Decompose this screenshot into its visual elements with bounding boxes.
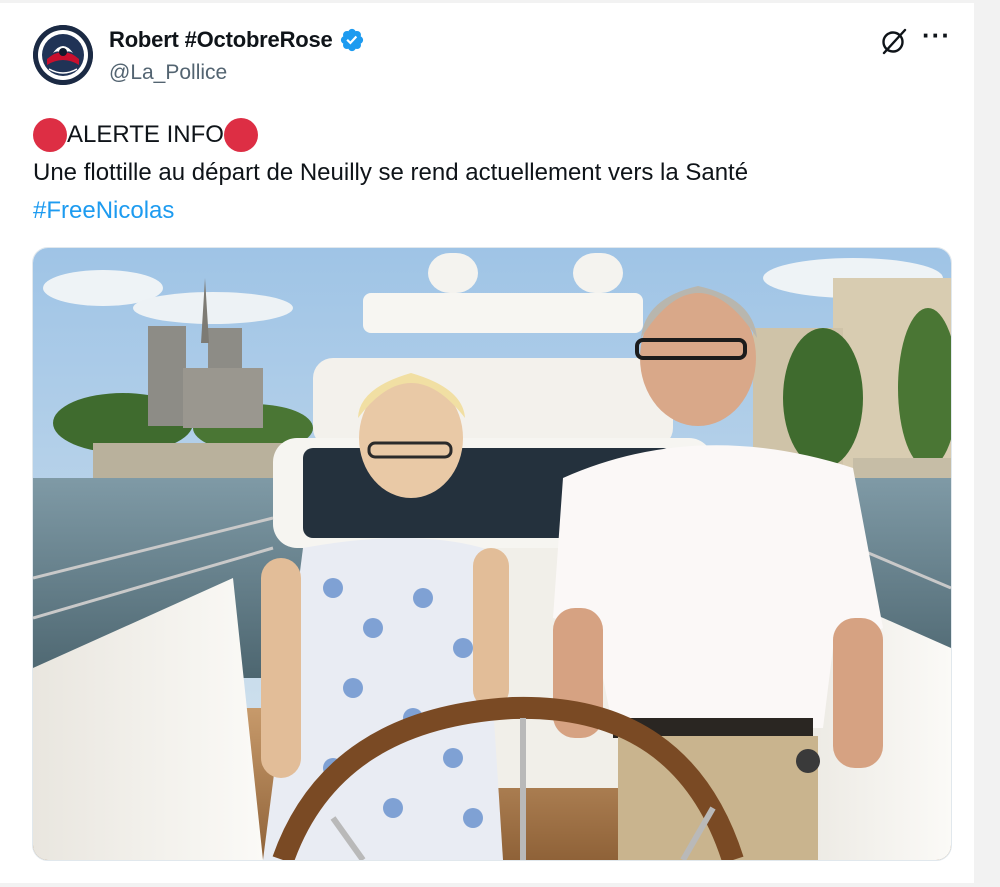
- tweet-text: ALERTE INFO Une flottille au départ de N…: [33, 116, 953, 230]
- police-badge-avatar-icon: [33, 25, 93, 85]
- tweet-photo[interactable]: [32, 247, 952, 861]
- yacht-couple-photo: [33, 248, 951, 860]
- author-avatar[interactable]: [33, 25, 93, 85]
- red-circle-icon: [33, 118, 67, 152]
- hashtag-link[interactable]: #FreeNicolas: [33, 192, 174, 230]
- author-display-name[interactable]: Robert #OctobreRose: [109, 27, 365, 53]
- alert-label: ALERTE INFO: [67, 121, 224, 148]
- verified-badge-icon: [340, 28, 363, 52]
- grok-icon[interactable]: [878, 25, 910, 57]
- alert-line: ALERTE INFO: [33, 116, 953, 154]
- red-circle-icon: [223, 118, 258, 152]
- more-icon[interactable]: ···: [922, 22, 954, 53]
- tweet-card[interactable]: Robert #OctobreRose @La_Pollice ··· ALER…: [0, 3, 974, 883]
- author-handle[interactable]: @La_Pollice: [109, 61, 227, 85]
- tweet-body: Une flottille au départ de Neuilly se re…: [33, 159, 749, 186]
- display-name-text[interactable]: Robert #OctobreRose: [109, 27, 333, 53]
